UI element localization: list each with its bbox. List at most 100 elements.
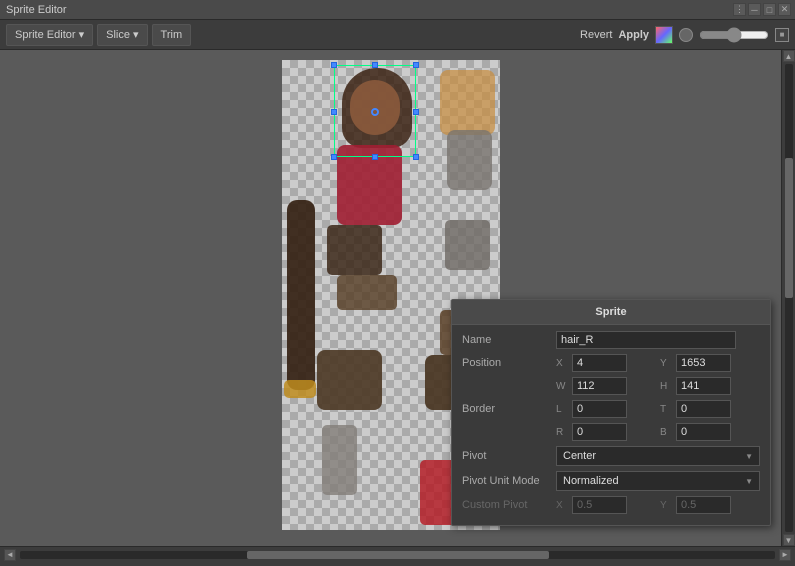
cy-label: Y <box>660 500 672 511</box>
pivot-dot <box>371 108 379 116</box>
scroll-left-button[interactable]: ◄ <box>4 549 16 561</box>
horizontal-scroll-thumb[interactable] <box>247 551 549 559</box>
props-header: Sprite <box>452 300 770 325</box>
sprite-braid-ornament <box>284 380 316 398</box>
position-x-input[interactable] <box>572 354 627 372</box>
handle-tl[interactable] <box>331 62 337 68</box>
cy-group: Y <box>660 496 760 514</box>
vertical-scrollbar[interactable]: ▲ ▼ <box>781 50 795 546</box>
height-group: H <box>660 377 760 395</box>
name-input[interactable] <box>556 331 736 349</box>
border-b-group: B <box>660 423 760 441</box>
close-button[interactable]: ✕ <box>778 3 791 16</box>
sprite-boot-left <box>317 350 382 410</box>
position-x-group: X <box>556 354 656 372</box>
apply-button[interactable]: Apply <box>618 29 649 41</box>
pivot-unit-select-wrap: Normalized ▼ <box>556 471 760 491</box>
pivot-chevron-down-icon: ▼ <box>745 452 753 461</box>
sprite-editor-menu-label: Sprite Editor ▾ <box>15 28 84 41</box>
handle-br[interactable] <box>413 154 419 160</box>
zoom-slider[interactable] <box>699 29 769 41</box>
window-controls: ⋮ ─ □ ✕ <box>733 3 791 16</box>
sprite-editor-menu-button[interactable]: Sprite Editor ▾ <box>6 24 93 46</box>
position-row: Position X Y <box>462 354 760 372</box>
sprite-small-piece <box>337 275 397 310</box>
more-vert-icon[interactable]: ⋮ <box>733 3 746 16</box>
custom-pivot-label: Custom Pivot <box>462 499 552 511</box>
l-label: L <box>556 404 568 415</box>
handle-tm[interactable] <box>372 62 378 68</box>
properties-panel: Sprite Name Position X Y <box>451 299 771 526</box>
main-area: Sprite Name Position X Y <box>0 50 795 546</box>
color-picker-icon[interactable] <box>655 26 673 44</box>
border-rb-row: R B <box>462 423 760 441</box>
custom-pivot-y-input[interactable] <box>676 496 731 514</box>
props-body: Name Position X Y <box>452 325 770 525</box>
handle-mr[interactable] <box>413 109 419 115</box>
name-label: Name <box>462 334 552 346</box>
handle-bm[interactable] <box>372 154 378 160</box>
border-l-group: L <box>556 400 656 418</box>
border-r-group: R <box>556 423 656 441</box>
dot-square-icon[interactable]: ■ <box>775 28 789 42</box>
width-input[interactable] <box>572 377 627 395</box>
border-b-input[interactable] <box>676 423 731 441</box>
scroll-up-button[interactable]: ▲ <box>783 50 795 62</box>
horizontal-scroll-track[interactable] <box>20 551 775 559</box>
pivot-unit-row: Pivot Unit Mode Normalized ▼ <box>462 471 760 491</box>
handle-bl[interactable] <box>331 154 337 160</box>
sprite-arm-right <box>440 70 495 135</box>
position-y-input[interactable] <box>676 354 731 372</box>
slider-area <box>699 29 769 41</box>
pivot-value: Center <box>563 450 596 462</box>
pivot-unit-chevron-down-icon: ▼ <box>745 477 753 486</box>
pivot-unit-label: Pivot Unit Mode <box>462 475 552 487</box>
custom-pivot-x-input[interactable] <box>572 496 627 514</box>
sprite-torso <box>337 145 402 225</box>
sprite-lower-body <box>327 225 382 275</box>
h-label: H <box>660 381 672 392</box>
cx-label: X <box>556 500 568 511</box>
pivot-unit-select[interactable]: Normalized ▼ <box>556 471 760 491</box>
border-t-group: T <box>660 400 760 418</box>
size-row: W H <box>462 377 760 395</box>
width-group: W <box>556 377 656 395</box>
border-t-input[interactable] <box>676 400 731 418</box>
border-l-input[interactable] <box>572 400 627 418</box>
border-label: Border <box>462 403 552 415</box>
title-bar: Sprite Editor ⋮ ─ □ ✕ <box>0 0 795 20</box>
position-y-group: Y <box>660 354 760 372</box>
vertical-scroll-thumb[interactable] <box>785 158 793 298</box>
border-r-input[interactable] <box>572 423 627 441</box>
handle-ml[interactable] <box>331 109 337 115</box>
height-input[interactable] <box>676 377 731 395</box>
trim-button[interactable]: Trim <box>152 24 192 46</box>
toolbar: Sprite Editor ▾ Slice ▾ Trim Revert Appl… <box>0 20 795 50</box>
horizontal-scrollbar[interactable]: ◄ ► <box>0 546 795 562</box>
border-lt-row: Border L T <box>462 400 760 418</box>
sprite-gray-lower <box>445 220 490 270</box>
handle-tr[interactable] <box>413 62 419 68</box>
pivot-row: Pivot Center ▼ <box>462 446 760 466</box>
maximize-button[interactable]: □ <box>763 3 776 16</box>
position-label: Position <box>462 357 552 369</box>
cx-group: X <box>556 496 656 514</box>
scroll-right-button[interactable]: ► <box>779 549 791 561</box>
window-title: Sprite Editor <box>6 4 67 16</box>
minimize-button[interactable]: ─ <box>748 3 761 16</box>
pivot-unit-value: Normalized <box>563 475 619 487</box>
revert-button[interactable]: Revert <box>580 29 612 41</box>
canvas-area[interactable]: Sprite Name Position X Y <box>0 50 781 546</box>
b-label: B <box>660 427 672 438</box>
vertical-scroll-track[interactable] <box>785 64 793 532</box>
dot-circle-icon[interactable] <box>679 28 693 42</box>
slice-menu-button[interactable]: Slice ▾ <box>97 24 147 46</box>
pivot-select-wrap: Center ▼ <box>556 446 760 466</box>
x-label: X <box>556 358 568 369</box>
name-row: Name <box>462 331 760 349</box>
scroll-down-button[interactable]: ▼ <box>783 534 795 546</box>
pivot-select[interactable]: Center ▼ <box>556 446 760 466</box>
sprite-leg <box>322 425 357 495</box>
r-label: R <box>556 427 568 438</box>
w-label: W <box>556 381 568 392</box>
